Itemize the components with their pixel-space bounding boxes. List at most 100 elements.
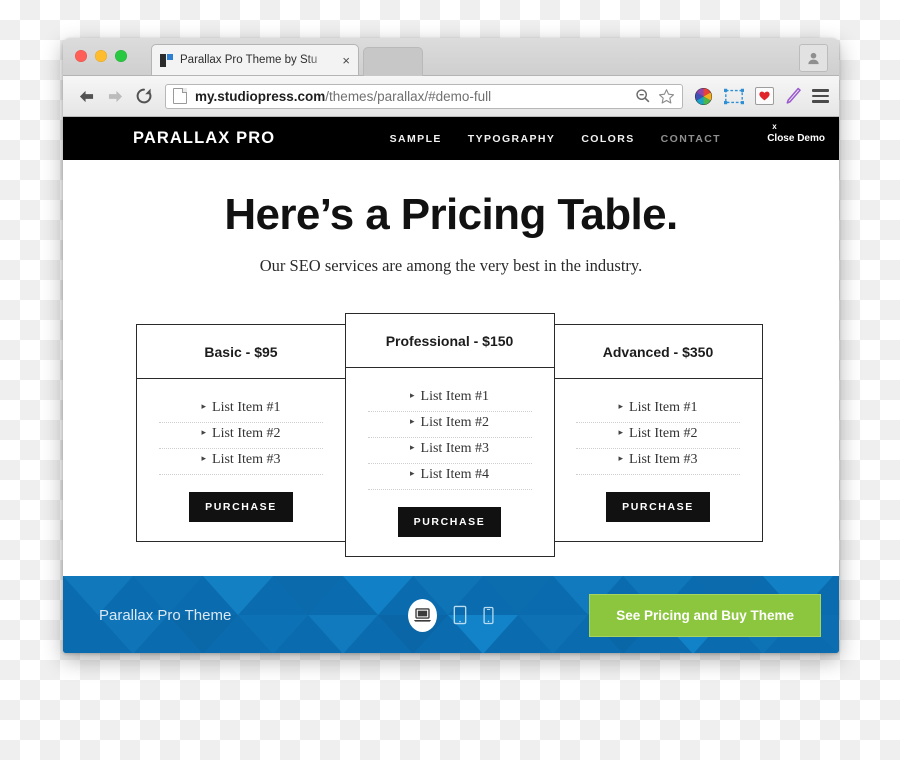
close-window-button[interactable] — [75, 50, 87, 62]
page-subtitle: Our SEO services are among the very best… — [259, 256, 643, 275]
pricing-card-body: ▸ List Item #1 ▸ List Item #2 ▸ List Item #… — [554, 379, 762, 541]
star-icon[interactable] — [658, 88, 675, 105]
bullet-icon: ▸ — [618, 401, 624, 411]
list-item: ▸ List Item #1 — [576, 397, 740, 423]
window-controls — [75, 50, 127, 62]
phone-icon — [483, 606, 494, 624]
tablet-icon — [453, 605, 467, 625]
user-avatar-icon — [808, 52, 819, 64]
pricing-card-body: ▸ List Item #1 ▸ List Item #2 ▸ List Item #… — [346, 368, 554, 556]
url-host: my.studiopress.com — [195, 88, 326, 104]
reload-button[interactable] — [131, 83, 157, 109]
screenshot-frame-icon[interactable] — [724, 88, 744, 105]
nav-item-sample[interactable]: SAMPLE — [390, 133, 442, 145]
nav-item-contact[interactable]: CONTACT — [661, 133, 721, 145]
studiopress-favicon — [160, 53, 173, 67]
pricing-card-header: Professional - $150 — [345, 314, 554, 368]
feature-list: ▸ List Item #1 ▸ List Item #2 ▸ List Item #… — [576, 397, 740, 475]
heart-icon — [759, 91, 770, 101]
list-item: ▸ List Item #3 — [576, 449, 740, 475]
page-title: Here’s a Pricing Table. — [224, 190, 678, 239]
demo-bar-content: Parallax Pro Theme See Pricing and Buy T… — [63, 576, 839, 653]
browser-tab[interactable]: Parallax Pro Theme by Stu × — [151, 44, 359, 75]
list-item: ▸ List Item #3 — [159, 449, 323, 475]
tab-strip: Parallax Pro Theme by Stu × — [63, 38, 839, 76]
feature-label: List Item #3 — [629, 452, 698, 467]
feature-list: ▸ List Item #1 ▸ List Item #2 ▸ List Item #… — [159, 397, 323, 475]
omnibox-icons — [627, 88, 675, 105]
bullet-icon: ▸ — [201, 401, 207, 411]
browser-window: Parallax Pro Theme by Stu × my.studiopre… — [63, 38, 839, 653]
feature-label: List Item #3 — [420, 441, 489, 456]
reload-icon — [136, 88, 152, 104]
purchase-button[interactable]: PURCHASE — [189, 492, 293, 522]
list-item: ▸ List Item #2 — [159, 423, 323, 449]
maximize-window-button[interactable] — [115, 50, 127, 62]
bullet-icon: ▸ — [410, 390, 415, 400]
device-laptop-button[interactable] — [408, 598, 437, 632]
buy-theme-button[interactable]: See Pricing and Buy Theme — [589, 593, 821, 637]
url-text: my.studiopress.com/themes/parallax/#demo… — [195, 89, 491, 104]
plan-name: Professional - $150 — [385, 332, 514, 349]
close-tab-icon[interactable]: × — [342, 54, 350, 67]
address-bar[interactable]: my.studiopress.com/themes/parallax/#demo… — [165, 83, 683, 109]
minimize-window-button[interactable] — [95, 50, 107, 62]
feature-label: List Item #1 — [420, 389, 489, 404]
url-path: /themes/parallax/#demo-full — [325, 88, 492, 104]
bullet-icon: ▸ — [618, 453, 624, 463]
plan-name: Advanced - $350 — [602, 343, 714, 360]
purchase-wrap: PURCHASE — [368, 490, 532, 556]
page-document-icon — [173, 88, 187, 104]
pricing-card-advanced: Advanced - $350 ▸ List Item #1 ▸ List Item… — [553, 324, 763, 542]
tab-title: Parallax Pro Theme by Stu — [180, 54, 318, 66]
profile-button[interactable] — [799, 44, 828, 72]
browser-toolbar: my.studiopress.com/themes/parallax/#demo… — [63, 76, 839, 117]
list-item: ▸ List Item #3 — [367, 438, 532, 464]
pricing-card-body: ▸ List Item #1 ▸ List Item #2 ▸ List Item #… — [137, 379, 345, 541]
site-nav-links: SAMPLE TYPOGRAPHY COLORS CONTACT — [390, 117, 721, 160]
arrow-left-icon — [79, 90, 93, 102]
purchase-wrap: PURCHASE — [159, 475, 323, 541]
bullet-icon: ▸ — [410, 468, 415, 478]
list-item: ▸ List Item #2 — [367, 412, 532, 438]
laptop-icon — [413, 608, 432, 622]
close-demo-button[interactable]: x Close Demo — [767, 117, 825, 160]
purchase-button[interactable]: PURCHASE — [606, 492, 710, 522]
list-item: ▸ List Item #1 — [367, 386, 532, 412]
page-content: PARALLAX PRO SAMPLE TYPOGRAPHY COLORS CO… — [63, 117, 839, 653]
device-phone-button[interactable] — [483, 606, 494, 625]
list-item: ▸ List Item #1 — [159, 397, 323, 423]
bullet-icon: ▸ — [201, 453, 207, 463]
heart-icon-box[interactable] — [755, 87, 774, 105]
pen-icon[interactable] — [785, 87, 801, 105]
site-logo[interactable]: PARALLAX PRO — [133, 129, 275, 148]
feature-label: List Item #2 — [212, 426, 281, 441]
demo-bar: Parallax Pro Theme See Pricing and Buy T… — [63, 576, 839, 653]
purchase-button[interactable]: PURCHASE — [397, 507, 502, 537]
color-wheel-icon[interactable] — [694, 87, 713, 106]
feature-label: List Item #1 — [212, 400, 281, 415]
back-button[interactable] — [73, 83, 99, 109]
nav-item-typography[interactable]: TYPOGRAPHY — [468, 133, 556, 145]
new-tab-button[interactable] — [363, 47, 423, 76]
search-minus-icon[interactable] — [635, 88, 651, 104]
nav-item-colors[interactable]: COLORS — [581, 133, 634, 145]
pricing-card-header: Advanced - $350 — [554, 325, 762, 379]
pricing-card-professional: Professional - $150 ▸ List Item #1 ▸ List … — [344, 313, 555, 557]
close-demo-label: Close Demo — [767, 133, 825, 144]
bullet-icon: ▸ — [618, 427, 624, 437]
list-item: ▸ List Item #2 — [576, 423, 740, 449]
bullet-icon: ▸ — [410, 416, 415, 426]
feature-label: List Item #3 — [212, 452, 281, 467]
demo-theme-name: Parallax Pro Theme — [99, 606, 232, 624]
device-tablet-button[interactable] — [453, 605, 467, 625]
feature-label: List Item #1 — [629, 400, 698, 415]
pricing-table: Basic - $95 ▸ List Item #1 ▸ List Item #2 … — [136, 313, 766, 557]
feature-label: List Item #2 — [629, 426, 698, 441]
plan-name: Basic - $95 — [204, 343, 278, 360]
pricing-card-basic: Basic - $95 ▸ List Item #1 ▸ List Item #2 … — [136, 324, 346, 542]
arrow-right-icon — [108, 90, 122, 102]
hamburger-menu-icon[interactable] — [812, 89, 829, 103]
pricing-card-header: Basic - $95 — [137, 325, 345, 379]
forward-button[interactable] — [102, 83, 128, 109]
